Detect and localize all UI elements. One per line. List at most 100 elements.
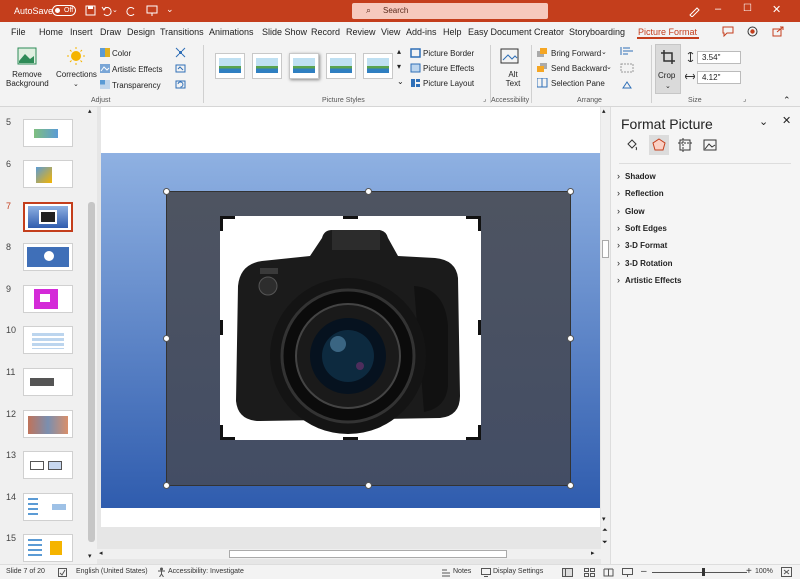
artistic-effects-button[interactable]: Artistic Effects bbox=[112, 65, 163, 74]
zoom-slider-thumb[interactable] bbox=[702, 568, 705, 576]
crop-handle-right[interactable] bbox=[478, 320, 481, 335]
crop-handle-top-left-vertical[interactable] bbox=[220, 216, 223, 231]
tab-picture-format[interactable]: Picture Format bbox=[638, 27, 697, 37]
slide-thumbnail-11[interactable] bbox=[23, 368, 73, 396]
fit-to-window-icon[interactable] bbox=[781, 567, 792, 577]
crop-handle-bottom[interactable] bbox=[343, 437, 358, 440]
slide-thumbnail-10[interactable] bbox=[23, 326, 73, 354]
resize-handle-top[interactable] bbox=[365, 188, 372, 195]
crop-handle-bottom-left-vertical[interactable] bbox=[220, 425, 223, 440]
pane-close-icon[interactable]: ✕ bbox=[782, 114, 791, 127]
record-icon[interactable] bbox=[747, 26, 758, 37]
slide-thumbnail-15[interactable] bbox=[23, 534, 73, 562]
scroll-right-icon[interactable]: ▸ bbox=[591, 549, 595, 557]
horizontal-scrollbar-thumb[interactable] bbox=[229, 550, 507, 558]
zoom-slider[interactable] bbox=[652, 572, 747, 573]
corrections-button[interactable]: Corrections bbox=[56, 70, 97, 79]
styles-more-icon[interactable]: ⌄ bbox=[397, 77, 404, 86]
zoom-level[interactable]: 100% bbox=[755, 568, 773, 575]
reading-view-icon[interactable] bbox=[603, 568, 614, 577]
styles-scroll-up-icon[interactable]: ▴ bbox=[397, 47, 401, 56]
crop-button[interactable]: Crop ⌄ bbox=[655, 44, 681, 94]
send-backward-dropdown-icon[interactable]: ⌄ bbox=[606, 63, 612, 71]
crop-handle-left[interactable] bbox=[220, 320, 223, 335]
slide-thumbnail-14[interactable] bbox=[23, 493, 73, 521]
picture-effects-button[interactable]: Picture Effects bbox=[423, 64, 474, 73]
slide-thumbnail-12[interactable] bbox=[23, 410, 73, 438]
picture-style-3[interactable] bbox=[289, 53, 319, 79]
fill-line-icon[interactable] bbox=[625, 138, 639, 152]
tab-animations[interactable]: Animations bbox=[209, 27, 254, 37]
3d-rotation-section[interactable]: 3-D Rotation bbox=[617, 258, 672, 268]
scroll-down-icon[interactable]: ▾ bbox=[88, 552, 92, 560]
autosave-toggle[interactable]: Off bbox=[52, 5, 76, 16]
size-launcher-icon[interactable]: ⌟ bbox=[743, 95, 746, 103]
canvas-horizontal-scrollbar[interactable]: ◂ ▸ bbox=[97, 549, 601, 559]
display-settings-button[interactable]: Display Settings bbox=[493, 568, 543, 575]
shape-width-input[interactable]: 4.12" bbox=[697, 71, 741, 84]
save-icon[interactable] bbox=[85, 5, 96, 16]
remove-background-button[interactable]: Remove Background bbox=[6, 70, 49, 88]
resize-handle-right[interactable] bbox=[567, 335, 574, 342]
tab-transitions[interactable]: Transitions bbox=[160, 27, 204, 37]
present-icon[interactable] bbox=[146, 5, 158, 16]
align-icon[interactable] bbox=[620, 46, 634, 56]
picture-layout-button[interactable]: Picture Layout bbox=[423, 79, 474, 88]
comments-icon[interactable] bbox=[722, 26, 734, 37]
slide-thumbnail-8[interactable] bbox=[23, 243, 73, 271]
slide-sorter-icon[interactable] bbox=[584, 568, 595, 577]
next-slide-icon[interactable]: ⏷ bbox=[602, 539, 608, 547]
resize-handle-bottom[interactable] bbox=[365, 482, 372, 489]
effects-tab[interactable] bbox=[649, 135, 669, 155]
3d-format-section[interactable]: 3-D Format bbox=[617, 240, 667, 250]
slide-thumbnail-6[interactable] bbox=[23, 160, 73, 188]
slide-show-icon[interactable] bbox=[622, 568, 633, 577]
picture-style-5[interactable] bbox=[363, 53, 393, 79]
slide-thumbnail-5[interactable] bbox=[23, 119, 73, 147]
transparency-button[interactable]: Transparency bbox=[112, 81, 161, 90]
accessibility-status[interactable]: Accessibility: Investigate bbox=[168, 568, 244, 575]
accessibility-icon[interactable] bbox=[157, 567, 166, 577]
tab-file[interactable]: File bbox=[11, 27, 26, 37]
tab-design[interactable]: Design bbox=[127, 27, 155, 37]
tab-insert[interactable]: Insert bbox=[70, 27, 93, 37]
tab-view[interactable]: View bbox=[381, 27, 400, 37]
reset-picture-icon[interactable] bbox=[175, 79, 186, 90]
slide-thumbnail-9[interactable] bbox=[23, 285, 73, 313]
collapse-ribbon-icon[interactable]: ⌃ bbox=[783, 95, 791, 106]
zoom-out-icon[interactable]: – bbox=[641, 566, 647, 577]
customize-toolbar-icon[interactable]: ⌄ bbox=[166, 4, 174, 15]
zoom-in-icon[interactable]: + bbox=[746, 566, 752, 577]
undo-icon[interactable] bbox=[101, 5, 112, 16]
tab-record[interactable]: Record bbox=[311, 27, 340, 37]
selection-pane-button[interactable]: Selection Pane bbox=[551, 79, 605, 88]
color-button[interactable]: Color bbox=[112, 49, 131, 58]
size-properties-icon[interactable] bbox=[678, 138, 692, 152]
picture-style-4[interactable] bbox=[326, 53, 356, 79]
shadow-section[interactable]: Shadow bbox=[617, 171, 656, 181]
notes-button[interactable]: Notes bbox=[453, 568, 471, 575]
tab-easy-document-creator[interactable]: Easy Document Creator bbox=[468, 27, 564, 37]
close-icon[interactable]: ✕ bbox=[772, 3, 781, 16]
tab-draw[interactable]: Draw bbox=[100, 27, 121, 37]
slide-thumbnail-13[interactable] bbox=[23, 451, 73, 479]
change-picture-icon[interactable] bbox=[175, 63, 186, 74]
scroll-left-icon[interactable]: ◂ bbox=[99, 549, 103, 557]
shape-height-input[interactable]: 3.54" bbox=[697, 51, 741, 64]
picture-style-2[interactable] bbox=[252, 53, 282, 79]
canvas-scroll-down-icon[interactable]: ▾ bbox=[602, 515, 606, 523]
crop-handle-top-right-vertical[interactable] bbox=[478, 216, 481, 231]
language-status[interactable]: English (United States) bbox=[76, 568, 148, 575]
tab-help[interactable]: Help bbox=[443, 27, 462, 37]
tab-review[interactable]: Review bbox=[346, 27, 376, 37]
alt-text-button[interactable]: Alt Text bbox=[503, 70, 523, 88]
tab-storyboarding[interactable]: Storyboarding bbox=[569, 27, 625, 37]
bring-forward-dropdown-icon[interactable]: ⌄ bbox=[601, 48, 607, 56]
resize-handle-bottom-left[interactable] bbox=[163, 482, 170, 489]
canvas-scrollbar-thumb[interactable] bbox=[602, 240, 609, 258]
slide-panel-scrollbar[interactable]: ▴ ▾ bbox=[87, 107, 97, 564]
artistic-effects-section[interactable]: Artistic Effects bbox=[617, 275, 682, 285]
scrollbar-thumb[interactable] bbox=[88, 202, 95, 542]
search-box[interactable]: ⌕ Search bbox=[352, 3, 548, 19]
scroll-up-icon[interactable]: ▴ bbox=[88, 107, 92, 115]
